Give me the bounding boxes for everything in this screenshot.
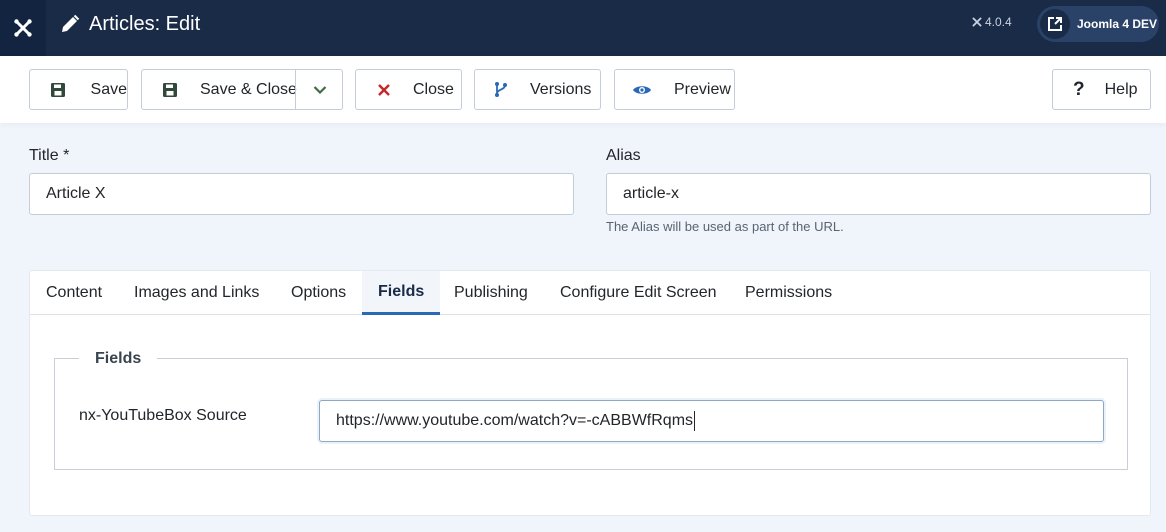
versions-label: Versions [530,80,592,98]
text-caret [694,411,696,431]
tab-permissions[interactable]: Permissions [729,271,848,315]
tab-publishing[interactable]: Publishing [438,271,544,315]
close-button[interactable]: Close [355,69,462,110]
pencil-icon [60,14,80,34]
save-close-button[interactable]: Save & Close [141,69,343,110]
top-header: Articles: Edit 4.0.4 Joomla 4 DEV [0,0,1166,56]
external-link-icon [1040,9,1070,39]
tab-configure-edit-screen[interactable]: Configure Edit Screen [544,271,733,315]
tabs-panel: Content Images and Links Options Fields … [29,270,1151,516]
joomla-logo-icon[interactable] [0,0,46,56]
youtube-source-label: nx-YouTubeBox Source [79,407,247,424]
alias-label: Alias [606,147,641,164]
save-button[interactable]: Save [29,69,128,110]
youtube-source-input[interactable]: https://www.youtube.com/watch?v=-cABBWfR… [319,400,1104,442]
versions-button[interactable]: Versions [474,69,601,110]
page-title: Articles: Edit [60,0,200,48]
fields-fieldset: Fields nx-YouTubeBox Source https://www.… [54,350,1128,470]
fieldset-legend: Fields [79,350,158,368]
save-icon [162,82,178,98]
save-close-label: Save & Close [200,80,297,98]
tab-bar: Content Images and Links Options Fields … [30,271,1150,315]
eye-icon [632,82,652,98]
title-label: Title * [29,147,70,164]
tab-content[interactable]: Content [30,271,118,315]
save-icon [50,82,66,98]
preview-label: Preview [674,80,731,98]
version-text: 4.0.4 [985,15,1012,29]
close-label: Close [413,80,454,98]
tab-options[interactable]: Options [275,271,362,315]
page-title-text: Articles: Edit [89,12,201,35]
tab-fields[interactable]: Fields [362,271,441,315]
title-input[interactable]: Article X [29,173,574,215]
toolbar: Save Save & Close Close Versions Preview… [0,56,1166,123]
tab-images-and-links[interactable]: Images and Links [118,271,275,315]
youtube-source-value: https://www.youtube.com/watch?v=-cABBWfR… [336,412,694,429]
close-icon [376,82,392,98]
alias-input[interactable]: article-x [606,173,1151,215]
branch-icon [493,82,509,98]
help-button[interactable]: ? Help [1052,69,1151,110]
save-label: Save [90,80,127,98]
question-icon: ? [1073,78,1085,100]
preview-button[interactable]: Preview [614,69,735,110]
alias-hint: The Alias will be used as part of the UR… [606,219,844,234]
version-info: 4.0.4 [971,15,1012,29]
site-link-label: Joomla 4 DEV [1077,17,1158,31]
joomla-small-icon [972,17,982,27]
chevron-down-icon [313,85,326,94]
site-link-button[interactable]: Joomla 4 DEV [1037,6,1159,42]
help-label: Help [1104,80,1138,98]
save-options-dropdown[interactable] [295,70,343,109]
